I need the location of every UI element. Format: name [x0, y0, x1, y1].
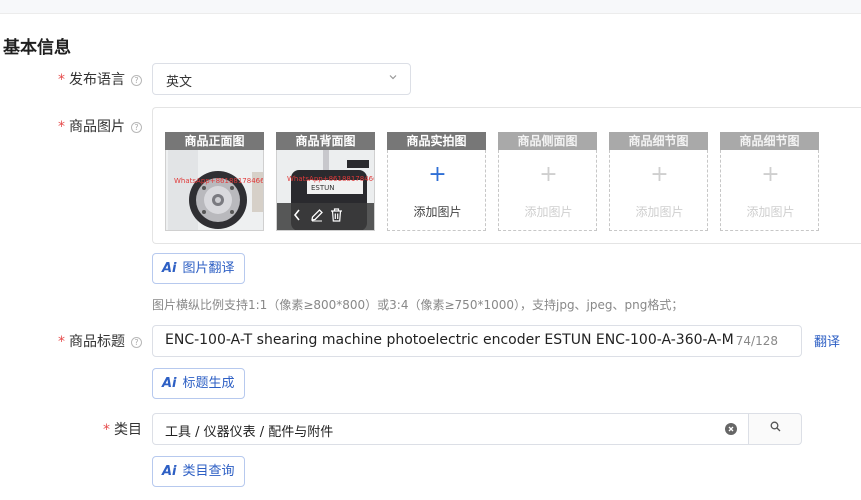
product-photo-front[interactable]: WhatsApp+8618817846686	[165, 150, 264, 231]
image-slot-detail-1[interactable]: 商品细节图 + 添加图片	[609, 132, 708, 231]
image-slot-side[interactable]: 商品侧面图 + 添加图片	[498, 132, 597, 231]
plus-icon: +	[761, 162, 780, 187]
slot-header: 商品实拍图	[387, 132, 486, 150]
language-label-text: 发布语言	[69, 72, 125, 88]
image-watermark: WhatsApp+8618817846686	[287, 175, 374, 183]
category-input[interactable]: 工具 / 仪器仪表 / 配件与附件	[152, 413, 749, 445]
help-icon[interactable]: ?	[131, 336, 142, 348]
category-label: * 类目	[103, 419, 142, 439]
language-value: 英文	[166, 75, 193, 90]
add-image-area[interactable]: + 添加图片	[498, 150, 597, 231]
slot-header: 商品背面图	[276, 132, 375, 150]
title-input[interactable]: ENC-100-A-T shearing machine photoelectr…	[152, 325, 802, 357]
image-translate-label: 图片翻译	[182, 261, 235, 276]
category-search-button[interactable]	[748, 413, 802, 445]
required-mark: *	[58, 334, 65, 350]
title-label: * 商品标题?	[58, 331, 142, 351]
required-mark: *	[58, 72, 65, 88]
delete-icon[interactable]	[330, 208, 343, 226]
slot-header: 商品细节图	[720, 132, 819, 150]
add-image-area[interactable]: + 添加图片	[720, 150, 819, 231]
add-image-label: 添加图片	[746, 205, 795, 219]
add-image-area[interactable]: + 添加图片	[609, 150, 708, 231]
add-image-label: 添加图片	[635, 205, 684, 219]
ai-icon: Ai	[162, 261, 177, 276]
images-label: * 商品图片?	[58, 116, 142, 136]
encoder-front-image	[166, 150, 263, 230]
language-label: * 发布语言?	[58, 69, 142, 89]
help-icon[interactable]: ?	[131, 74, 142, 86]
help-icon[interactable]: ?	[131, 121, 142, 133]
language-select[interactable]: 英文	[152, 63, 411, 95]
ai-icon: Ai	[162, 464, 177, 479]
title-char-count: 74/128	[735, 334, 778, 348]
image-slot-front[interactable]: 商品正面图 WhatsApp+8618817846686	[165, 132, 264, 231]
slot-header: 商品细节图	[609, 132, 708, 150]
image-format-hint: 图片横纵比例支持1:1（像素≥800*800）或3:4（像素≥750*1000）…	[152, 298, 684, 312]
images-label-text: 商品图片	[69, 119, 125, 135]
image-watermark: WhatsApp+8618817846686	[174, 177, 264, 185]
slot-header: 商品侧面图	[498, 132, 597, 150]
image-slot-real[interactable]: 商品实拍图 + 添加图片	[387, 132, 486, 231]
image-slot-detail-2[interactable]: 商品细节图 + 添加图片	[720, 132, 819, 231]
svg-text:ESTUN: ESTUN	[311, 184, 335, 192]
required-mark: *	[103, 422, 110, 438]
add-image-area[interactable]: + 添加图片	[387, 150, 486, 231]
ai-icon: Ai	[162, 376, 177, 391]
title-label-text: 商品标题	[69, 334, 125, 350]
plus-icon: +	[539, 162, 558, 187]
search-icon	[770, 421, 781, 435]
plus-icon: +	[428, 162, 447, 187]
product-photo-back[interactable]: ESTUN WhatsApp+8618817846686	[276, 150, 375, 231]
translate-link[interactable]: 翻译	[814, 331, 840, 350]
title-generate-button[interactable]: Ai 标题生成	[152, 368, 245, 399]
title-value: ENC-100-A-T shearing machine photoelectr…	[165, 332, 734, 348]
edit-icon[interactable]	[310, 208, 324, 226]
category-label-text: 类目	[114, 422, 142, 438]
required-mark: *	[58, 119, 65, 135]
add-image-label: 添加图片	[413, 205, 462, 219]
plus-icon: +	[650, 162, 669, 187]
image-slot-back[interactable]: 商品背面图 ESTUN WhatsApp+8618817846686	[276, 132, 375, 231]
chevron-left-icon[interactable]	[292, 208, 302, 226]
category-value: 工具 / 仪器仪表 / 配件与附件	[165, 425, 334, 440]
category-query-label: 类目查询	[182, 464, 235, 479]
title-generate-label: 标题生成	[182, 376, 235, 391]
image-translate-button[interactable]: Ai 图片翻译	[152, 253, 245, 284]
section-title: 基本信息	[3, 38, 71, 58]
category-query-button[interactable]: Ai 类目查询	[152, 456, 245, 487]
chevron-down-icon	[388, 72, 398, 85]
clear-icon[interactable]	[725, 423, 737, 435]
top-bar	[0, 0, 861, 14]
add-image-label: 添加图片	[524, 205, 573, 219]
slot-header: 商品正面图	[165, 132, 264, 150]
image-actions-overlay	[277, 203, 374, 230]
